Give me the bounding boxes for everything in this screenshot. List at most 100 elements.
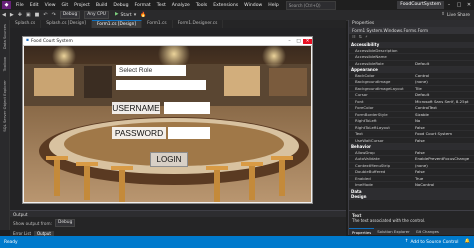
- redo-icon[interactable]: ↷: [50, 12, 58, 18]
- tab-form1-designer-cs[interactable]: Form1.Designer.cs: [173, 20, 224, 28]
- property-category[interactable]: Design: [349, 194, 474, 200]
- search-placeholder: Search (Ctrl+Q): [288, 2, 321, 8]
- toolbox-tab[interactable]: Toolbox: [2, 57, 7, 71]
- property-name: BackgroundImageLayout: [355, 85, 404, 91]
- menu-format[interactable]: Format: [132, 3, 154, 8]
- menu-git[interactable]: Git: [59, 3, 72, 8]
- property-value[interactable]: NoControl: [413, 182, 474, 188]
- select-role-text: Select Role: [119, 67, 153, 74]
- open-folder-icon[interactable]: ▣: [24, 12, 33, 18]
- property-value[interactable]: ControlText: [413, 105, 474, 111]
- form-minimize-icon[interactable]: –: [285, 39, 294, 44]
- properties-toolbar: ☷ ⇅ ⚡: [349, 34, 474, 40]
- form-window[interactable]: ▪ Food Court System – □ ✕ Select Role US…: [22, 36, 313, 204]
- property-value[interactable]: (none): [413, 79, 474, 85]
- maximize-icon[interactable]: □: [454, 2, 464, 8]
- undo-icon[interactable]: ↶: [41, 12, 49, 18]
- property-value[interactable]: (none): [413, 163, 474, 169]
- menu-edit[interactable]: Edit: [27, 3, 42, 8]
- menu-extensions[interactable]: Extensions: [210, 3, 241, 8]
- property-value[interactable]: Food Court System: [413, 131, 474, 137]
- property-value[interactable]: EnablePreventFocusChange: [413, 156, 474, 162]
- property-description-text: The text associated with the control.: [352, 218, 426, 223]
- output-title: Output: [13, 211, 28, 217]
- property-name: AccessibleDescription: [355, 47, 398, 53]
- menu-help[interactable]: Help: [265, 3, 281, 8]
- status-ready: Ready: [4, 239, 18, 245]
- live-share-button[interactable]: ⇪ Live Share: [441, 12, 474, 18]
- project-name-badge: FoodCourtSystem: [397, 1, 444, 9]
- username-label: USERNAME: [112, 102, 160, 114]
- property-value[interactable]: Default: [413, 92, 474, 98]
- menu-test[interactable]: Test: [154, 3, 169, 8]
- tab-properties[interactable]: Properties: [349, 228, 375, 235]
- properties-object-name: Form1 System.Windows.Forms.Form: [352, 28, 429, 33]
- properties-object-select[interactable]: Form1 System.Windows.Forms.Form: [349, 27, 474, 34]
- password-label: PASSWORD: [112, 127, 166, 139]
- form-maximize-icon[interactable]: □: [294, 39, 303, 44]
- configuration-select[interactable]: Debug: [59, 11, 81, 19]
- property-value[interactable]: False: [413, 138, 474, 144]
- property-value[interactable]: No: [413, 118, 474, 124]
- start-button[interactable]: ▶ Start: [115, 12, 132, 17]
- data-sources-tab[interactable]: Data Sources: [2, 24, 7, 49]
- properties-bottom-tabs: Properties Solution Explorer Git Changes: [349, 228, 474, 235]
- property-value[interactable]: [413, 48, 474, 54]
- menu-debug[interactable]: Debug: [110, 3, 131, 8]
- alphabetical-icon[interactable]: ⇅: [359, 35, 362, 39]
- property-name: AccessibleName: [355, 54, 387, 59]
- categorized-icon[interactable]: ☷: [352, 35, 356, 39]
- tab-form1-cs[interactable]: Form1.cs: [142, 20, 173, 28]
- save-icon[interactable]: ■: [33, 12, 42, 18]
- property-name: BackgroundImage: [355, 79, 391, 84]
- property-value[interactable]: True: [413, 176, 474, 182]
- events-icon[interactable]: ⚡: [365, 35, 368, 39]
- minimize-icon[interactable]: –: [444, 2, 454, 8]
- property-value[interactable]: Microsoft Sans Serif, 8.25pt: [413, 99, 474, 105]
- username-input[interactable]: [164, 102, 210, 114]
- form-window-controls: – □ ✕: [285, 38, 312, 44]
- property-value[interactable]: False: [413, 125, 474, 131]
- property-name: FormBorderStyle: [355, 111, 388, 117]
- property-value[interactable]: [413, 54, 474, 60]
- tab-git-changes[interactable]: Git Changes: [413, 228, 442, 235]
- password-input[interactable]: [168, 127, 210, 139]
- select-role-combobox[interactable]: Select Role: [116, 65, 186, 76]
- close-icon[interactable]: ✕: [464, 2, 474, 8]
- property-name: RightToLeftLayout: [355, 124, 390, 130]
- form-close-icon[interactable]: ✕: [303, 38, 312, 44]
- menu-build[interactable]: Build: [93, 3, 111, 8]
- login-button[interactable]: LOGIN: [150, 152, 188, 167]
- menu-view[interactable]: View: [42, 3, 59, 8]
- platform-select[interactable]: Any CPU: [84, 11, 109, 19]
- hot-reload-icon[interactable]: 🔥: [138, 12, 148, 18]
- notifications-icon[interactable]: 🔔: [465, 239, 470, 244]
- tab-splash-cs[interactable]: Splash.cs: [10, 20, 42, 28]
- menu-file[interactable]: File: [13, 3, 27, 8]
- property-name: DoubleBuffered: [355, 169, 386, 174]
- property-value[interactable]: False: [413, 169, 474, 175]
- designer-surface: ▪ Food Court System – □ ✕ Select Role US…: [10, 28, 346, 210]
- menu-tools[interactable]: Tools: [193, 3, 210, 8]
- forward-icon[interactable]: ▶: [8, 12, 16, 18]
- property-value[interactable]: False: [413, 150, 474, 156]
- output-source-select[interactable]: Debug: [54, 219, 76, 227]
- properties-grid: Accessibility AccessibleDescription Access…: [349, 42, 474, 208]
- property-value[interactable]: Default: [413, 61, 474, 67]
- property-value[interactable]: Control: [413, 73, 474, 79]
- menu-bar: ◆ File Edit View Git Project Build Debug…: [0, 0, 474, 10]
- tab-splash-design[interactable]: Splash.cs [Design]: [41, 20, 92, 28]
- form-app-icon: ▪: [26, 37, 29, 43]
- sql-server-explorer-tab[interactable]: SQL Server Object Explorer: [2, 80, 7, 132]
- menu-project[interactable]: Project: [71, 3, 93, 8]
- add-to-source-control-button[interactable]: ↑ Add to Source Control: [405, 239, 459, 245]
- tab-solution-explorer[interactable]: Solution Explorer: [374, 228, 412, 235]
- back-icon[interactable]: ◀: [0, 12, 8, 18]
- property-value[interactable]: Tile: [413, 86, 474, 92]
- status-bar: Ready ↑ Add to Source Control 🔔: [0, 236, 474, 248]
- new-file-icon[interactable]: ✚: [16, 12, 24, 18]
- search-box[interactable]: Search (Ctrl+Q): [285, 0, 336, 10]
- menu-window[interactable]: Window: [241, 3, 265, 8]
- menu-analyze[interactable]: Analyze: [169, 3, 193, 8]
- property-value[interactable]: Sizable: [413, 112, 474, 118]
